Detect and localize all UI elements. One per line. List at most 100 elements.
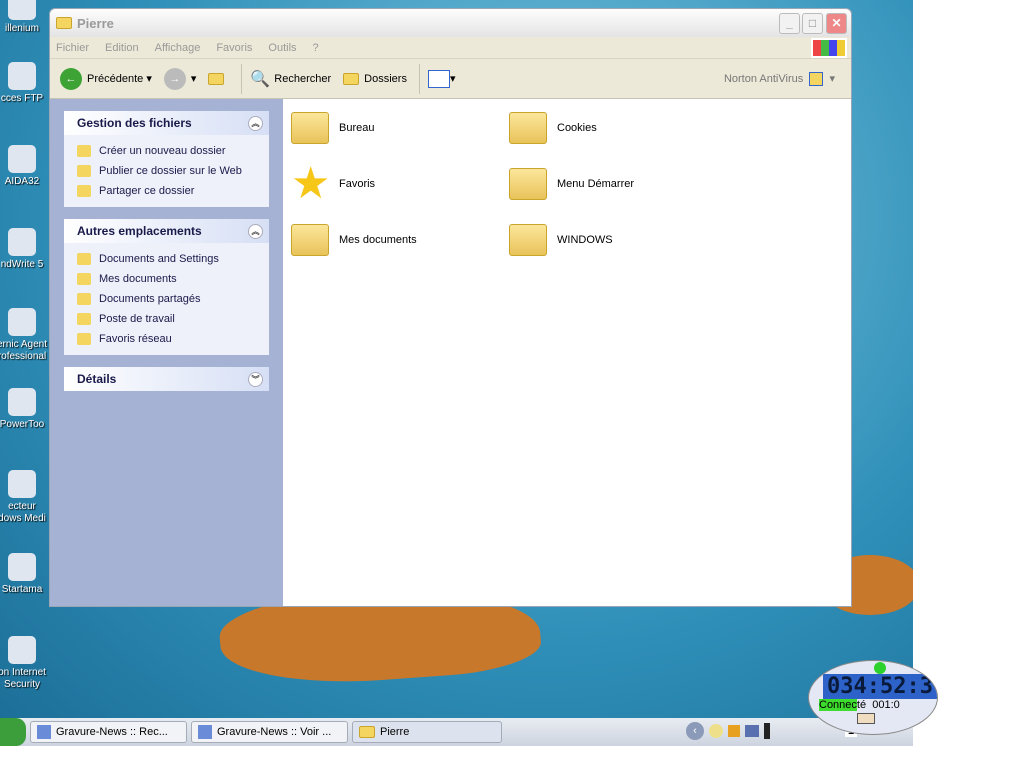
desktop-icon-label: ecteur dows Medi	[0, 501, 46, 524]
windows-logo-icon	[811, 38, 847, 58]
desktop-icon[interactable]: Startama	[0, 553, 52, 596]
menu-affichage[interactable]: Affichage	[155, 42, 201, 54]
tray-icon[interactable]	[764, 723, 770, 739]
star-favorites-icon: ★	[291, 159, 331, 208]
folder-name: Mes documents	[339, 234, 417, 246]
panel-link[interactable]: Partager ce dossier	[77, 181, 269, 201]
desktop-icon-image	[8, 228, 36, 256]
menu-edition[interactable]: Edition	[105, 42, 139, 54]
mail-icon[interactable]	[857, 713, 875, 724]
task-icon	[198, 725, 212, 739]
desktop-icon-image	[8, 308, 36, 336]
taskbar-button[interactable]: Gravure-News :: Rec...	[30, 721, 187, 743]
panel-title: Détails	[77, 372, 117, 386]
taskbar-button[interactable]: Gravure-News :: Voir ...	[191, 721, 348, 743]
tray-icon[interactable]	[728, 725, 740, 737]
panel-link-label: Favoris réseau	[99, 333, 172, 345]
menu-bar: Fichier Edition Affichage Favoris Outils?	[50, 37, 851, 59]
norton-icon	[809, 71, 824, 86]
chevron-left-icon[interactable]: ‹	[686, 722, 704, 740]
menu-outils[interactable]: Outils	[268, 42, 296, 54]
views-button[interactable]: ▾	[427, 69, 455, 88]
taskbar: Gravure-News :: Rec... Gravure-News :: Vo…	[0, 718, 913, 746]
folder-item[interactable]: Menu Démarrer	[509, 159, 709, 209]
desktop-icon[interactable]: ernic Agent rofessional	[0, 308, 52, 363]
panel-body: Documents and Settings Mes documents Docum…	[64, 243, 269, 355]
desktop-icon[interactable]: PowerToo	[0, 388, 52, 431]
minimize-button[interactable]: _	[779, 13, 800, 34]
panel-link[interactable]: Favoris réseau	[77, 329, 269, 349]
desktop-icon[interactable]: AIDA32	[0, 145, 52, 188]
panel-link[interactable]: Documents partagés	[77, 289, 269, 309]
desktop-icon-image	[8, 62, 36, 90]
task-panel: Gestion des fichiers ︽ Créer un nouveau do…	[64, 111, 269, 207]
folder-name: Cookies	[557, 122, 597, 134]
desktop-icon-label: AIDA32	[4, 176, 40, 187]
panel-link[interactable]: Mes documents	[77, 269, 269, 289]
desktop-icon[interactable]: cces FTP	[0, 62, 52, 105]
start-button[interactable]	[0, 718, 26, 746]
norton-label: Norton AntiVirus	[723, 72, 804, 85]
title-bar[interactable]: Pierre _ □ ✕	[50, 9, 851, 37]
up-folder-button[interactable]	[208, 72, 229, 85]
search-button[interactable]: 🔍 Rechercher	[250, 69, 331, 89]
desktop-icon-image	[8, 636, 36, 664]
desktop-icon-image	[8, 0, 36, 20]
menu-help[interactable]: ?	[313, 42, 319, 54]
taskbar-label: Pierre	[380, 726, 410, 738]
link-icon	[77, 145, 91, 157]
panel-link-label: Créer un nouveau dossier	[99, 145, 226, 157]
tray-icon[interactable]	[709, 724, 723, 738]
status-text-rest: té	[856, 699, 867, 711]
panel-link-label: Documents partagés	[99, 293, 201, 305]
folders-icon	[343, 72, 360, 85]
collapse-icon[interactable]: ︽	[248, 115, 263, 131]
desktop-icon[interactable]: ndWrite 5	[0, 228, 52, 271]
panel-link[interactable]: Créer un nouveau dossier	[77, 141, 269, 161]
panel-header[interactable]: Détails ︾	[64, 367, 269, 391]
folder-icon	[291, 224, 329, 256]
menu-fichier[interactable]: Fichier	[56, 42, 89, 54]
panel-header[interactable]: Gestion des fichiers ︽	[64, 111, 269, 135]
folders-button[interactable]: Dossiers	[343, 72, 407, 85]
link-icon	[77, 253, 91, 265]
link-icon	[77, 165, 91, 177]
desktop-icon-label: ernic Agent rofessional	[0, 339, 48, 362]
folder-name: Menu Démarrer	[557, 178, 635, 190]
folder-item[interactable]: Mes documents	[291, 215, 491, 265]
panel-link[interactable]: Documents and Settings	[77, 249, 269, 269]
expand-icon[interactable]: ︾	[248, 371, 263, 387]
desktop-icon[interactable]: illenium	[0, 0, 52, 35]
forward-button[interactable]: → ▾	[163, 67, 196, 90]
connection-time: 034:52:3	[823, 674, 937, 699]
maximize-button[interactable]: □	[802, 13, 823, 34]
status-text: Connec	[819, 699, 857, 711]
panel-title: Autres emplacements	[77, 224, 202, 238]
desktop-icon-image	[8, 470, 36, 498]
folder-item[interactable]: Cookies	[509, 103, 709, 153]
panel-link[interactable]: Publier ce dossier sur le Web	[77, 161, 269, 181]
up-folder-icon	[208, 72, 225, 85]
desktop-icon-image	[8, 388, 36, 416]
menu-favoris[interactable]: Favoris	[216, 42, 252, 54]
folder-item[interactable]: WINDOWS	[509, 215, 709, 265]
norton-antivirus-button[interactable]: Norton AntiVirus ▾	[723, 71, 835, 86]
folder-item[interactable]: ★ Favoris	[291, 159, 491, 209]
panel-link-label: Poste de travail	[99, 313, 175, 325]
desktop-icon[interactable]: on Internet Security	[0, 636, 52, 691]
desktop-icon[interactable]: ecteur dows Medi	[0, 470, 52, 525]
task-icon	[37, 725, 51, 739]
desktop-icon-label: illenium	[5, 23, 39, 34]
panel-header[interactable]: Autres emplacements ︽	[64, 219, 269, 243]
folder-item[interactable]: Bureau	[291, 103, 491, 153]
connection-meter: 034:52:3 Connecté 001:0	[808, 660, 938, 735]
panel-title: Gestion des fichiers	[77, 116, 192, 130]
explorer-window: Pierre _ □ ✕ Fichier Edition Affichage Favo…	[49, 8, 852, 607]
folder-name: WINDOWS	[557, 234, 613, 246]
collapse-icon[interactable]: ︽	[248, 223, 263, 239]
network-icon[interactable]	[745, 725, 759, 737]
panel-link[interactable]: Poste de travail	[77, 309, 269, 329]
back-button[interactable]: ← Précédente ▾	[60, 67, 152, 90]
close-button[interactable]: ✕	[826, 13, 847, 34]
taskbar-button[interactable]: Pierre	[352, 721, 502, 743]
